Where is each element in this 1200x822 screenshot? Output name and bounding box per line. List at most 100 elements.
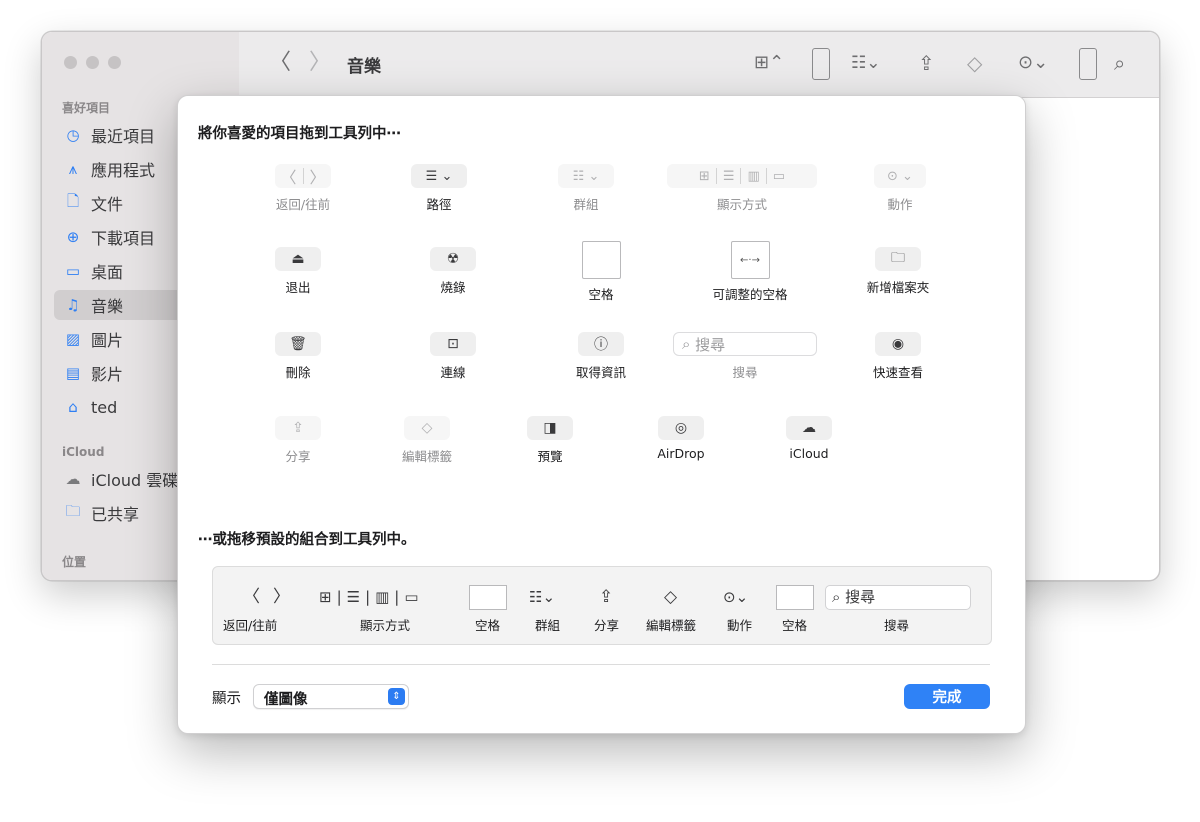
music-icon: ♫ [66, 296, 80, 314]
tool-label: 空格 [588, 287, 614, 302]
tool-search[interactable]: ⌕ 搜尋 搜尋 [672, 332, 818, 381]
default-label-space: 空格 [475, 618, 501, 633]
share-icon: ⇪ [275, 416, 321, 440]
sidebar-item-label: 圖片 [91, 331, 124, 350]
space-icon [581, 241, 621, 279]
show-mode-select[interactable]: 僅圖像 ⇕ [253, 684, 409, 709]
tool-group[interactable]: ☷ ⌄ 群組 [556, 164, 616, 213]
default-label-space: 空格 [782, 618, 808, 633]
tool-flexible-space[interactable]: ←·→ 可調整的空格 [698, 241, 802, 303]
tool-share[interactable]: ⇪ 分享 [268, 416, 328, 465]
tool-new-folder[interactable]: 🗀 新增檔案夾 [858, 247, 938, 296]
default-label-view-mode: 顯示方式 [360, 618, 411, 633]
minimize-window-button[interactable] [86, 56, 99, 69]
tool-quick-look[interactable]: ◉ 快速查看 [860, 332, 936, 381]
search-icon[interactable]: ⌕ [1114, 50, 1125, 76]
tool-label: 分享 [285, 449, 311, 464]
tool-back-forward[interactable]: 〈〉 返回/往前 [258, 164, 348, 213]
path-icon: ☰ ⌄ [411, 164, 467, 188]
sidebar-item-label: 桌面 [91, 263, 124, 282]
preview-icon: ◨ [527, 416, 573, 440]
close-window-button[interactable] [64, 56, 77, 69]
new-folder-icon: 🗀 [875, 247, 921, 271]
tool-edit-tags[interactable]: ◇ 編輯標籤 [389, 416, 465, 465]
tool-burn[interactable]: ☢ 燒錄 [423, 247, 483, 296]
tool-connect[interactable]: ⊡ 連線 [423, 332, 483, 381]
film-icon: ▤ [65, 364, 81, 382]
zoom-window-button[interactable] [108, 56, 121, 69]
shared-folder-icon: 🗀 [65, 501, 81, 520]
tool-icloud[interactable]: ☁ iCloud [777, 416, 841, 461]
tool-action[interactable]: ⊙ ⌄ 動作 [870, 164, 930, 213]
tool-label: 預覽 [537, 449, 563, 464]
connect-icon: ⊡ [430, 332, 476, 356]
cloud-icon: ☁ [65, 470, 81, 488]
space-placeholder [812, 48, 830, 80]
show-mode-value: 僅圖像 [264, 692, 308, 708]
sidebar-item-label: 文件 [91, 195, 124, 214]
download-icon: ⊕ [66, 228, 80, 246]
info-icon: ⓘ [578, 332, 624, 356]
group-icon[interactable]: ☷⌄ [851, 50, 880, 76]
tool-airdrop[interactable]: ◎ AirDrop [643, 416, 719, 461]
default-label-action: 動作 [727, 618, 753, 633]
tag-icon[interactable]: ◇ [967, 50, 982, 76]
tool-label: 群組 [573, 197, 599, 212]
clock-icon: ◷ [66, 126, 80, 144]
sidebar-item-label: 下載項目 [91, 229, 156, 248]
eject-icon: ⏏ [275, 247, 321, 271]
back-button[interactable]: 〈 [269, 50, 291, 76]
tool-label: 燒錄 [440, 280, 466, 295]
window-controls [64, 56, 121, 69]
tag-icon: ◇ [664, 587, 678, 607]
view-mode-icon: ⊞ ☰ ▥ ▭ [667, 164, 817, 188]
apps-icon: ⩚ [68, 160, 78, 178]
tool-label: iCloud [789, 446, 829, 461]
default-label-tags: 編輯標籤 [646, 618, 697, 633]
airdrop-icon: ◎ [658, 416, 704, 440]
tool-path[interactable]: ☰ ⌄ 路徑 [409, 164, 469, 213]
sidebar-item-label: 應用程式 [91, 161, 156, 180]
share-icon[interactable]: ⇪ [918, 50, 935, 76]
tool-label: 可調整的空格 [712, 287, 788, 302]
burn-icon: ☢ [430, 247, 476, 271]
sidebar-item-label: 音樂 [91, 297, 124, 316]
picture-icon: ▨ [65, 330, 81, 348]
default-set-title: ⋯或拖移預設的組合到工具列中。 [198, 532, 416, 548]
tag-icon: ◇ [404, 416, 450, 440]
sidebar-item-label: iCloud 雲碟 [91, 471, 179, 490]
view-mode-icon[interactable]: ⊞⌃ [754, 50, 784, 76]
tool-space[interactable]: 空格 [571, 241, 631, 303]
default-toolbar-set[interactable]: 〈 〉 返回/往前 ⊞|☰|▥|▭ 顯示方式 空格 ☷⌄ 群組 ⇪ 分享 ◇ 編… [212, 566, 992, 645]
sidebar-item-label: 最近項目 [91, 127, 156, 146]
search-icon: ⌕ [832, 588, 846, 606]
tool-delete[interactable]: 🗑 刪除 [268, 332, 328, 381]
trash-icon: 🗑 [275, 332, 321, 356]
space-placeholder [1079, 48, 1097, 80]
tool-label: 退出 [285, 280, 311, 295]
search-icon: ⌕ [682, 335, 696, 353]
icloud-icon: ☁ [786, 416, 832, 440]
sheet-title: 將你喜愛的項目拖到工具列中⋯ [198, 126, 401, 142]
tool-view-mode[interactable]: ⊞ ☰ ▥ ▭ 顯示方式 [666, 164, 818, 213]
flexible-space-icon: ←·→ [730, 241, 770, 279]
back-icon: 〈 [243, 587, 260, 607]
search-field: ⌕ 搜尋 [825, 585, 971, 610]
share-icon: ⇪ [599, 587, 614, 607]
customize-toolbar-sheet: 將你喜愛的項目拖到工具列中⋯ 〈〉 返回/往前 ☰ ⌄ 路徑 ☷ ⌄ 群組 ⊞ ☰… [177, 95, 1026, 734]
favorites-header: 喜好項目 [62, 101, 111, 115]
search-field: ⌕ 搜尋 [673, 332, 817, 356]
sidebar-item-label: 影片 [91, 365, 124, 384]
window-title: 音樂 [347, 57, 381, 77]
tool-get-info[interactable]: ⓘ 取得資訊 [556, 332, 646, 381]
tool-preview[interactable]: ◨ 預覽 [520, 416, 580, 465]
done-button[interactable]: 完成 [904, 684, 990, 709]
action-icon[interactable]: ⊙⌄ [1018, 50, 1048, 76]
tool-label: 動作 [887, 197, 913, 212]
forward-button[interactable]: 〉 [309, 50, 331, 76]
tool-label: 快速查看 [872, 365, 923, 380]
tool-label: AirDrop [657, 446, 705, 461]
view-mode-icon: ⊞|☰|▥|▭ [319, 588, 424, 606]
up-down-chevron-icon: ⇕ [388, 688, 405, 705]
tool-eject[interactable]: ⏏ 退出 [268, 247, 328, 296]
